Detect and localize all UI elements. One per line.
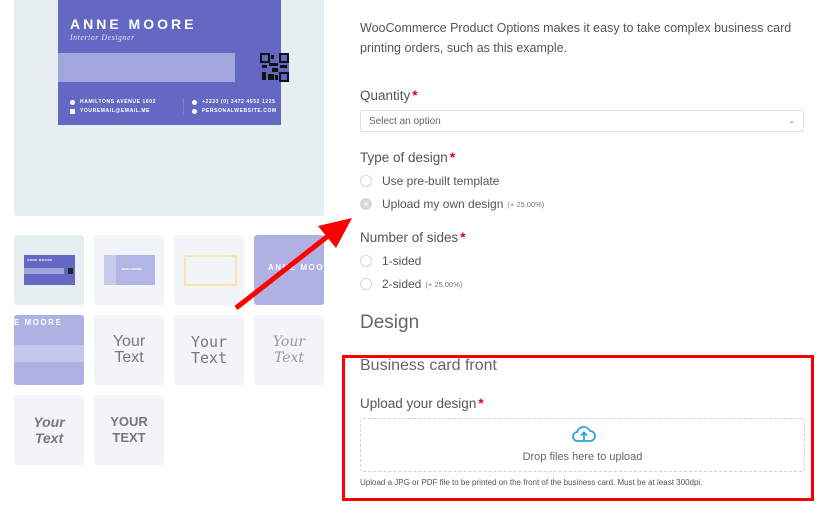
font-sample-line-1: Your [190, 333, 228, 351]
font-sample-line-1: YOUR [110, 414, 148, 429]
radio-2-sided[interactable]: 2-sided (+ 25.00%) [360, 277, 462, 291]
font-sample-line-1: Your [33, 414, 65, 430]
card-contact-left: HAMILTONS AVENUE 1602 YOUREMAIL@EMAIL.ME [70, 98, 156, 116]
thumbnail-label: E MOORE [14, 318, 63, 327]
envelope-icon [70, 109, 75, 114]
card-contact-right: +2233 (0) 3472 4552 1225 PERSONALWEBSITE… [192, 98, 277, 116]
card-phone: +2233 (0) 3472 4552 1225 [202, 99, 276, 105]
quantity-label-text: Quantity [360, 88, 411, 103]
font-sample-line-2: Text [34, 430, 64, 446]
number-of-sides-label-text: Number of sides [360, 230, 459, 245]
radio-prebuilt-template[interactable]: Use pre-built template [360, 174, 499, 188]
qr-code-icon [260, 53, 289, 82]
card-website: PERSONALWEBSITE.COM [202, 108, 277, 114]
font-sample-line-2: TEXT [112, 430, 146, 445]
required-mark: * [478, 396, 484, 411]
main-product-image[interactable]: ANNE MOORE Interior Designer HAMILTONS A… [14, 0, 324, 216]
thumbnail-font-tech[interactable]: Your Text [174, 315, 244, 385]
globe-icon [192, 109, 197, 114]
font-sample-line-2: Text [190, 349, 228, 367]
upload-design-label-text: Upload your design [360, 396, 477, 411]
price-modifier: (+ 25.00%) [425, 279, 463, 289]
type-of-design-label-text: Type of design [360, 150, 448, 165]
thumbnail-card-zoom-2[interactable]: E MOORE [14, 315, 84, 385]
cloud-upload-icon [572, 426, 596, 442]
upload-design-label: Upload your design * [360, 396, 484, 411]
business-card-front-heading: Business card front [360, 357, 497, 374]
thumbnail-card-zoom[interactable]: ANNE MOOR [254, 235, 324, 305]
upload-help-text: Upload a JPG or PDF file to be printed o… [360, 478, 703, 487]
card-divider [183, 98, 184, 115]
required-mark: * [460, 230, 466, 245]
radio-label: Use pre-built template [382, 174, 500, 188]
thumbnail-label: ANNE MOORE [27, 258, 53, 262]
dropzone-text: Drop files here to upload [522, 451, 643, 463]
thumbnail-font-sans[interactable]: Your Text [94, 315, 164, 385]
radio-label: 2-sided [382, 277, 422, 291]
radio-label: 1-sided [382, 254, 422, 268]
location-pin-icon [70, 100, 75, 105]
font-sample-line-1: Your [112, 333, 146, 350]
type-of-design-label: Type of design * [360, 150, 455, 165]
thumbnail-label: ANNE MOOR [268, 263, 324, 272]
phone-icon [192, 100, 197, 105]
card-address: HAMILTONS AVENUE 1602 [80, 99, 157, 105]
thumbnail-font-marker[interactable]: YOUR TEXT [94, 395, 164, 465]
font-sample-line-2: Text [273, 350, 305, 366]
product-description: WooCommerce Product Options makes it eas… [360, 21, 792, 55]
required-mark: * [412, 88, 418, 103]
thumbnail-card-preview[interactable]: ANNE MOORE [14, 235, 84, 305]
thumbnail-card-back[interactable]: ANNE MOORE [94, 235, 164, 305]
card-email: YOUREMAIL@EMAIL.ME [80, 108, 151, 114]
quantity-label: Quantity * [360, 88, 418, 103]
design-heading: Design [360, 312, 420, 333]
quantity-select[interactable]: Select an option ⌄ [360, 110, 804, 132]
required-mark: * [449, 150, 456, 165]
radio-circle[interactable] [360, 175, 372, 187]
radio-upload-own-design[interactable]: Upload my own design (+ 25.00%) [360, 197, 544, 211]
radio-1-sided[interactable]: 1-sided [360, 254, 421, 268]
business-card-preview: ANNE MOORE Interior Designer HAMILTONS A… [58, 0, 289, 125]
card-name: ANNE MOORE [70, 16, 197, 32]
thumbnail-font-script[interactable]: Your Text [254, 315, 324, 385]
font-sample-line-2: Text [114, 349, 144, 366]
font-sample-line-1: Your [272, 334, 306, 350]
thumbnail-bleed-guide[interactable] [174, 235, 244, 305]
card-band [58, 53, 235, 82]
chevron-down-icon: ⌄ [788, 116, 795, 125]
file-dropzone[interactable]: Drop files here to upload [360, 418, 805, 472]
thumbnail-label: ANNE MOORE [121, 267, 142, 271]
card-title: Interior Designer [70, 33, 135, 42]
radio-circle-checked[interactable] [360, 198, 372, 210]
radio-circle[interactable] [360, 278, 372, 290]
number-of-sides-label: Number of sides * [360, 230, 466, 245]
price-modifier: (+ 25.00%) [507, 199, 545, 209]
quantity-placeholder: Select an option [369, 116, 441, 127]
radio-label: Upload my own design [382, 197, 504, 211]
thumbnail-font-bold[interactable]: Your Text [14, 395, 84, 465]
radio-circle[interactable] [360, 255, 372, 267]
